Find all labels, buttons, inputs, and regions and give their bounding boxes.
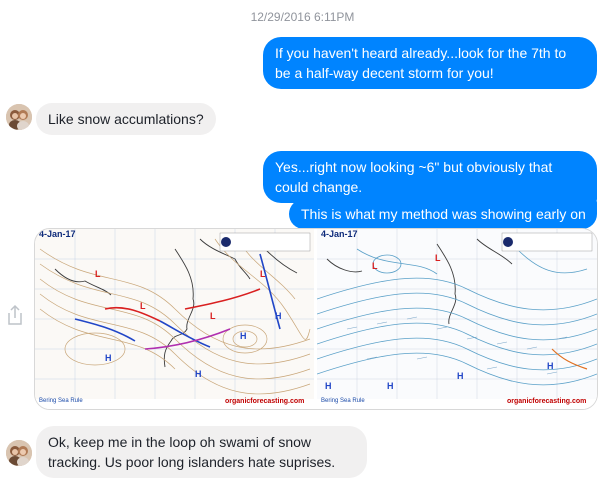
- svg-text:H: H: [275, 311, 282, 321]
- svg-text:L: L: [435, 253, 441, 263]
- message-bubble-outgoing[interactable]: Yes...right now looking ~6" but obviousl…: [263, 151, 597, 203]
- map-footer-rule: Bering Sea Rule: [39, 398, 83, 404]
- message-text: Like snow accumlations?: [48, 111, 204, 127]
- message-timestamp: 12/29/2016 6:11PM: [250, 10, 355, 24]
- share-icon[interactable]: [6, 304, 24, 326]
- svg-text:H: H: [240, 331, 247, 341]
- svg-text:H: H: [547, 361, 554, 371]
- map-footer-source: organicforecasting.com: [507, 398, 587, 405]
- message-bubble-outgoing[interactable]: If you haven't heard already...look for …: [263, 37, 597, 89]
- svg-text:H: H: [325, 381, 332, 391]
- avatar[interactable]: [6, 440, 32, 466]
- svg-text:L: L: [260, 269, 266, 279]
- svg-text:H: H: [387, 381, 394, 391]
- svg-text:L: L: [95, 269, 101, 279]
- weather-map-attachment[interactable]: L L L L H H H H 4-Jan-17 Bering Sea Rule…: [34, 228, 598, 410]
- message-bubble-incoming[interactable]: Ok, keep me in the loop oh swami of snow…: [36, 426, 367, 478]
- map-date-label: 4-Jan-17: [39, 229, 76, 239]
- map-date-label: 4-Jan-17: [321, 229, 358, 239]
- upper-air-map: L L L H H H H 4-Jan-17 Bering Sea Rule o…: [316, 229, 597, 409]
- svg-text:H: H: [195, 369, 202, 379]
- svg-text:H: H: [105, 353, 112, 363]
- message-text: Yes...right now looking ~6" but obviousl…: [275, 159, 553, 195]
- map-footer-source: organicforecasting.com: [225, 398, 305, 405]
- message-bubble-incoming[interactable]: Like snow accumlations?: [36, 103, 216, 135]
- map-footer-rule: Bering Sea Rule: [321, 398, 365, 404]
- surface-analysis-map: L L L L H H H H 4-Jan-17 Bering Sea Rule…: [35, 229, 314, 409]
- message-text: Ok, keep me in the loop oh swami of snow…: [48, 434, 336, 470]
- avatar[interactable]: [6, 104, 32, 130]
- svg-text:L: L: [372, 261, 378, 271]
- svg-text:L: L: [210, 311, 216, 321]
- svg-text:H: H: [457, 371, 464, 381]
- svg-text:L: L: [140, 301, 146, 311]
- message-text: This is what my method was showing early…: [301, 206, 586, 222]
- message-text: If you haven't heard already...look for …: [275, 45, 567, 81]
- message-bubble-outgoing[interactable]: This is what my method was showing early…: [289, 199, 597, 229]
